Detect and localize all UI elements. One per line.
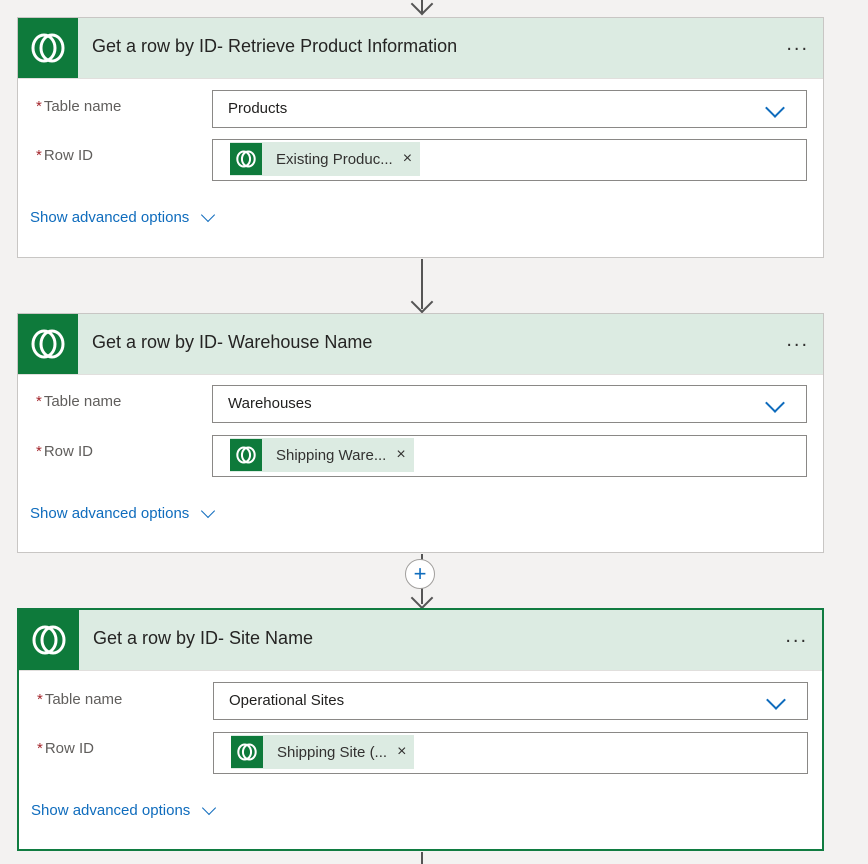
chevron-down-icon (201, 207, 216, 222)
dataverse-logo-icon (18, 18, 78, 78)
chevron-down-icon[interactable] (765, 98, 785, 118)
chevron-down-icon[interactable] (765, 393, 785, 413)
required-marker: * (36, 147, 42, 164)
action-card-site[interactable]: Get a row by ID- Site Name ... * Table na… (17, 608, 824, 851)
row-id-label: * Row ID (36, 443, 94, 460)
dataverse-logo-icon (231, 736, 263, 768)
table-name-label: * Table name (36, 98, 122, 115)
required-marker: * (36, 98, 42, 115)
arrowhead-icon (410, 290, 434, 314)
more-options-icon[interactable]: ... (786, 34, 809, 54)
chevron-down-icon[interactable] (766, 690, 786, 710)
show-advanced-options-link[interactable]: Show advanced options (30, 207, 216, 226)
card-header[interactable]: Get a row by ID- Warehouse Name ... (18, 314, 823, 375)
row-id-input[interactable]: Shipping Ware... × (212, 435, 807, 477)
show-advanced-options-link[interactable]: Show advanced options (31, 800, 217, 819)
required-marker: * (36, 443, 42, 460)
arrowhead-icon (410, 0, 434, 16)
remove-token-icon[interactable]: × (403, 150, 412, 168)
more-options-icon[interactable]: ... (785, 626, 808, 646)
remove-token-icon[interactable]: × (396, 446, 405, 464)
table-name-value: Warehouses (228, 395, 312, 412)
table-name-value: Operational Sites (229, 692, 345, 709)
dynamic-content-token[interactable]: Existing Produc... × (230, 142, 421, 176)
action-card-warehouse[interactable]: Get a row by ID- Warehouse Name ... * Tab… (17, 313, 824, 553)
card-title: Get a row by ID- Retrieve Product Inform… (92, 36, 458, 56)
required-marker: * (37, 740, 43, 757)
chevron-down-icon (201, 503, 216, 518)
table-name-label: * Table name (36, 393, 122, 410)
token-label: Existing Produc... (276, 150, 393, 168)
table-name-value: Products (228, 100, 288, 117)
dataverse-logo-icon (230, 143, 262, 175)
action-card-product[interactable]: Get a row by ID- Retrieve Product Inform… (17, 17, 824, 258)
card-header[interactable]: Get a row by ID- Retrieve Product Inform… (18, 18, 823, 79)
row-id-label: * Row ID (37, 740, 95, 757)
token-label: Shipping Site (... (277, 743, 388, 761)
arrowhead-icon (410, 586, 434, 610)
dataverse-logo-icon (230, 439, 262, 471)
required-marker: * (37, 691, 43, 708)
dynamic-content-token[interactable]: Shipping Site (... × (231, 735, 415, 769)
dataverse-logo-icon (19, 610, 79, 670)
required-marker: * (36, 393, 42, 410)
table-name-select[interactable]: Operational Sites (213, 682, 808, 720)
remove-token-icon[interactable]: × (397, 743, 406, 761)
show-advanced-options-link[interactable]: Show advanced options (30, 503, 216, 522)
insert-step-button[interactable]: + (405, 559, 435, 589)
card-title: Get a row by ID- Site Name (93, 628, 314, 648)
table-name-select[interactable]: Warehouses (212, 385, 807, 423)
more-options-icon[interactable]: ... (786, 330, 809, 350)
row-id-input[interactable]: Existing Produc... × (212, 139, 807, 181)
chevron-down-icon (202, 800, 217, 815)
dataverse-logo-icon (18, 314, 78, 374)
table-name-label: * Table name (37, 691, 123, 708)
token-label: Shipping Ware... (276, 446, 387, 464)
row-id-label: * Row ID (36, 147, 94, 164)
card-title: Get a row by ID- Warehouse Name (92, 332, 373, 352)
card-header[interactable]: Get a row by ID- Site Name ... (19, 610, 822, 671)
dynamic-content-token[interactable]: Shipping Ware... × (230, 438, 414, 472)
connector-arrow-bottom (421, 852, 423, 864)
row-id-input[interactable]: Shipping Site (... × (213, 732, 808, 774)
table-name-select[interactable]: Products (212, 90, 807, 128)
